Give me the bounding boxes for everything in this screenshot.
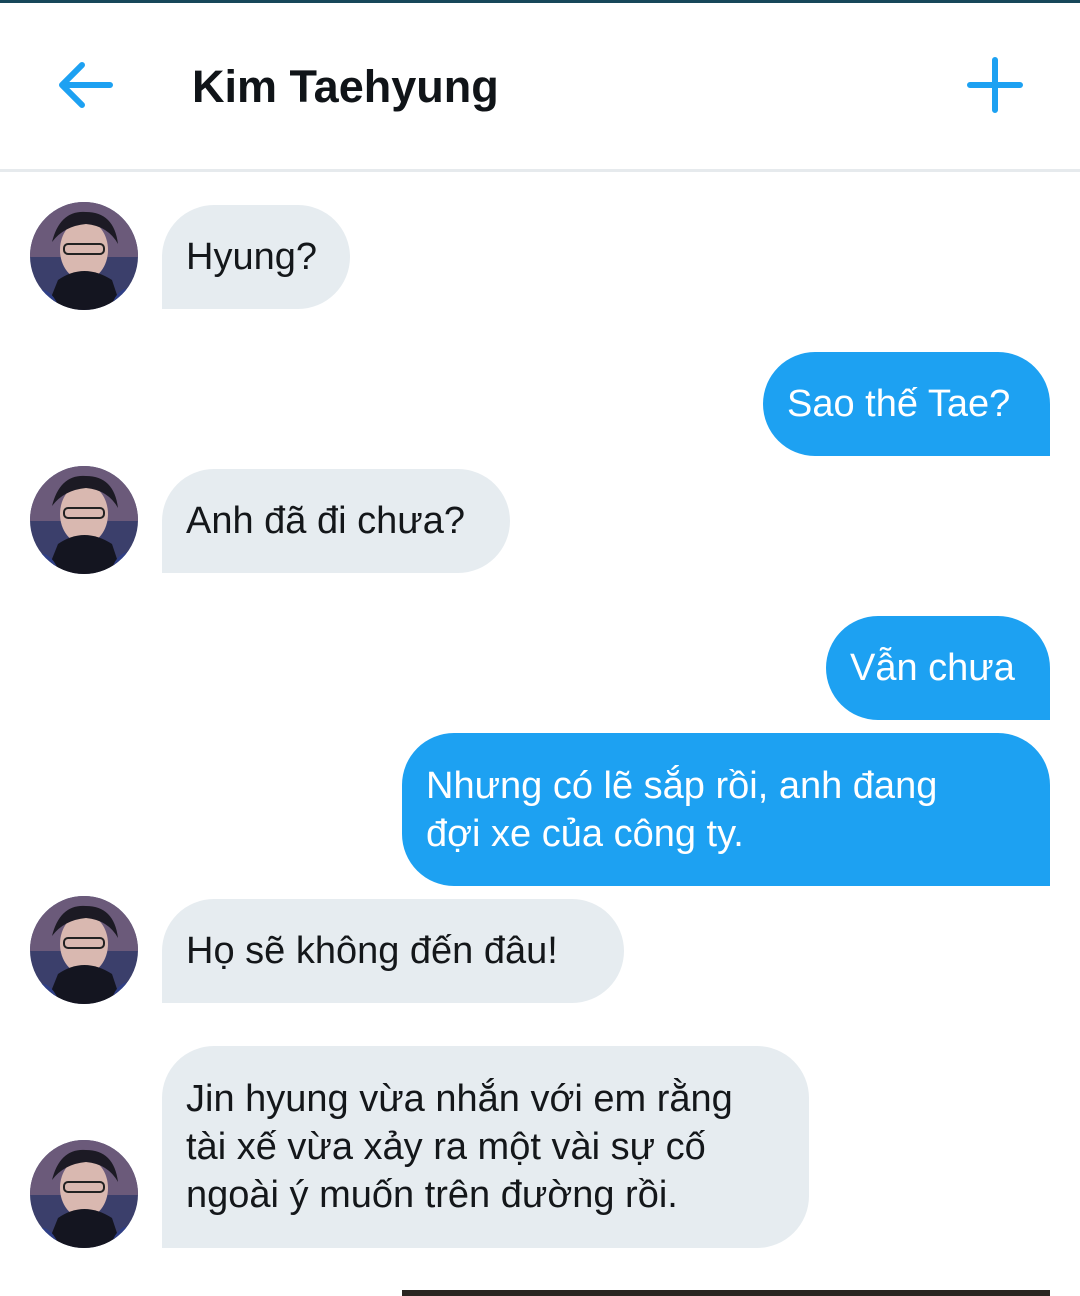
conversation-title: Kim Taehyung [192, 61, 499, 112]
message-text: Anh đã đi chưa? [186, 500, 465, 542]
message-bubble-incoming[interactable]: Jin hyung vừa nhắn với em rằng tài xế vừ… [162, 1046, 809, 1248]
message-text: Nhưng có lẽ sắp rồi, anh đang đợi xe của… [426, 764, 938, 855]
message-text: Sao thế Tae? [787, 383, 1011, 425]
message-bubble-outgoing[interactable]: Nhưng có lẽ sắp rồi, anh đang đợi xe của… [402, 733, 1050, 886]
message-bubble-outgoing[interactable]: Sao thế Tae? [763, 352, 1050, 456]
profile-photo-icon [30, 896, 138, 1004]
media-message-preview[interactable] [402, 1290, 1050, 1296]
profile-photo-icon [30, 1140, 138, 1248]
avatar[interactable] [30, 896, 138, 1004]
message-text: Họ sẽ không đến đâu! [186, 930, 558, 972]
message-bubble-incoming[interactable]: Hyung? [162, 205, 350, 309]
back-button[interactable] [52, 52, 118, 118]
message-bubble-incoming[interactable]: Họ sẽ không đến đâu! [162, 899, 624, 1003]
plus-icon [967, 57, 1023, 113]
message-text: Vẫn chưa [850, 647, 1015, 689]
message-bubble-outgoing[interactable]: Vẫn chưa [826, 616, 1050, 720]
message-text: Hyung? [186, 236, 317, 278]
profile-photo-icon [30, 466, 138, 574]
avatar[interactable] [30, 466, 138, 574]
profile-photo-icon [30, 202, 138, 310]
arrow-left-icon [59, 62, 113, 108]
add-button[interactable] [962, 52, 1028, 118]
avatar[interactable] [30, 202, 138, 310]
message-text: Jin hyung vừa nhắn với em rằng tài xế vừ… [186, 1078, 733, 1216]
avatar[interactable] [30, 1140, 138, 1248]
header-divider [0, 169, 1080, 172]
chat-screen: Kim Taehyung Hyung? Sao thế Tae? Anh đã … [0, 0, 1080, 1296]
message-bubble-incoming[interactable]: Anh đã đi chưa? [162, 469, 510, 573]
conversation-header [0, 3, 1080, 169]
